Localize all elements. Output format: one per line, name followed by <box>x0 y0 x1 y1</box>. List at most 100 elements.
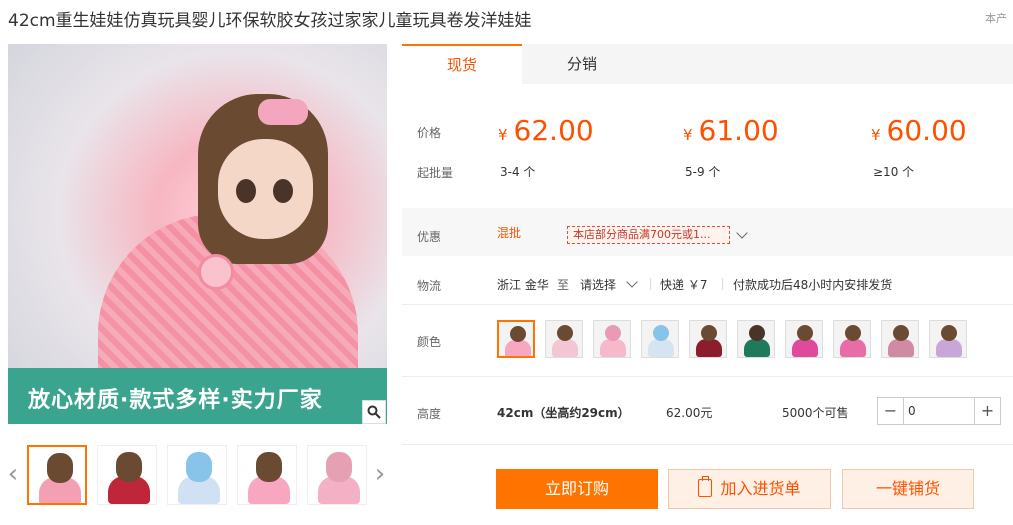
swatch-doll-dress <box>744 339 770 357</box>
thumbnail-doll-hair <box>326 452 352 482</box>
price-tier-2: ¥61.00 <box>683 114 779 147</box>
swatch-doll-dress <box>648 339 674 357</box>
swatch-doll-hair <box>557 325 573 341</box>
height-label: 高度 <box>417 407 442 421</box>
mix-batch-tag: 混批 <box>497 226 522 240</box>
quantity-plus-button[interactable]: + <box>974 398 1000 424</box>
divider <box>402 376 1013 377</box>
thumbnail-doll-hair <box>47 453 73 483</box>
doll-face <box>218 139 313 239</box>
swatch-doll-dress <box>552 339 578 357</box>
chevron-down-icon[interactable] <box>626 276 638 288</box>
doll-flower <box>198 254 234 290</box>
chevron-down-icon[interactable] <box>736 227 748 239</box>
divider <box>650 278 651 290</box>
price-value: 60.00 <box>886 114 967 147</box>
tab-spot[interactable]: 现货 <box>402 44 522 84</box>
image-banner: 放心材质·款式多样·实力厂家 <box>8 368 387 424</box>
swatch-doll-hair <box>653 325 669 341</box>
logistics-label: 物流 <box>417 279 442 293</box>
color-swatch[interactable] <box>689 320 727 358</box>
color-swatch[interactable] <box>929 320 967 358</box>
color-swatch[interactable] <box>593 320 631 358</box>
clipboard-icon <box>698 476 713 497</box>
swatch-doll-dress <box>600 339 626 357</box>
moq-tier-2: 5-9 个 <box>685 165 721 179</box>
price-tier-1: ¥62.00 <box>498 114 594 147</box>
thumb-prev-icon[interactable]: ‹ <box>5 446 21 506</box>
thumbnail[interactable] <box>237 445 297 505</box>
quantity-minus-button[interactable]: − <box>878 398 904 424</box>
divider <box>402 444 1013 445</box>
promotion-row: 优惠 混批 本店部分商品满700元或1... <box>402 208 1013 256</box>
quantity-input[interactable] <box>908 400 970 422</box>
promotion-label: 优惠 <box>417 230 442 244</box>
currency-symbol: ¥ <box>683 126 693 144</box>
spec-stock: 5000个可售 <box>782 406 849 420</box>
swatch-doll-dress <box>505 340 531 356</box>
page-title: 42cm重生娃娃仿真玩具婴儿环保软胶女孩过家家儿童玩具卷发洋娃娃 <box>8 11 532 31</box>
divider <box>722 278 723 290</box>
color-swatch[interactable] <box>737 320 775 358</box>
tab-bar: 现货 分销 <box>402 44 1013 84</box>
thumbnail-doll-hair <box>116 452 142 482</box>
swatch-doll-hair <box>605 325 621 341</box>
doll-eye <box>273 179 293 203</box>
color-label: 颜色 <box>417 335 442 349</box>
quantity-stepper: − + <box>877 397 1001 425</box>
swatch-doll-dress <box>936 339 962 357</box>
color-swatch[interactable] <box>641 320 679 358</box>
price-label: 价格 <box>417 126 442 140</box>
color-swatch[interactable] <box>545 320 583 358</box>
tab-distribution[interactable]: 分销 <box>522 44 642 84</box>
spec-price: 62.00元 <box>666 406 713 420</box>
ship-note: 付款成功后48小时内安排发货 <box>733 278 893 292</box>
price-value: 61.00 <box>698 114 779 147</box>
coupon-badge[interactable]: 本店部分商品满700元或1... <box>567 226 730 244</box>
thumbnail[interactable] <box>307 445 367 505</box>
corner-text[interactable]: 本产 <box>985 10 1007 26</box>
color-swatch[interactable] <box>497 320 535 358</box>
thumbnail-doll-hair <box>256 452 282 482</box>
price-value: 62.00 <box>513 114 594 147</box>
thumbnail[interactable] <box>167 445 227 505</box>
color-swatch[interactable] <box>833 320 871 358</box>
moq-tier-1: 3-4 个 <box>500 165 536 179</box>
main-product-image[interactable]: 放心材质·款式多样·实力厂家 <box>8 44 387 424</box>
currency-symbol: ¥ <box>871 126 881 144</box>
swatch-doll-hair <box>510 326 526 342</box>
thumbnail[interactable] <box>97 445 157 505</box>
swatch-doll-hair <box>845 325 861 341</box>
currency-symbol: ¥ <box>498 126 508 144</box>
doll-bow <box>258 99 308 125</box>
moq-label: 起批量 <box>417 166 454 180</box>
zoom-icon[interactable] <box>362 400 386 424</box>
destination-select[interactable]: 请选择 <box>580 276 616 293</box>
thumbnail-doll-hair <box>186 452 212 482</box>
swatch-doll-hair <box>749 325 765 341</box>
express-fee: 快递 ￥7 <box>660 278 708 292</box>
swatch-doll-hair <box>701 325 717 341</box>
moq-tier-3: ≥10 个 <box>873 165 915 179</box>
divider <box>402 304 1013 305</box>
add-to-list-button[interactable]: 加入进货单 <box>668 469 831 509</box>
swatch-doll-dress <box>888 339 914 357</box>
thumbnail[interactable] <box>27 445 87 505</box>
swatch-doll-hair <box>797 325 813 341</box>
ship-origin: 浙江 金华 <box>497 278 549 292</box>
price-tier-3: ¥60.00 <box>871 114 967 147</box>
color-swatch[interactable] <box>881 320 919 358</box>
price-panel: 价格 起批量 ¥62.00 3-4 个 ¥61.00 5-9 个 ¥60.00 … <box>402 84 1013 194</box>
swatch-doll-hair <box>941 325 957 341</box>
color-swatch[interactable] <box>785 320 823 358</box>
swatch-doll-hair <box>893 325 909 341</box>
ship-to: 至 <box>557 278 570 292</box>
thumb-next-icon[interactable]: › <box>372 446 388 506</box>
spec-name: 42cm（坐高约29cm） <box>497 406 630 420</box>
swatch-doll-dress <box>792 339 818 357</box>
one-click-button[interactable]: 一键铺货 <box>842 469 974 509</box>
order-now-button[interactable]: 立即订购 <box>496 469 658 509</box>
swatch-doll-dress <box>696 339 722 357</box>
banner-text: 放心材质·款式多样·实力厂家 <box>28 388 323 413</box>
add-to-list-label: 加入进货单 <box>720 479 801 498</box>
